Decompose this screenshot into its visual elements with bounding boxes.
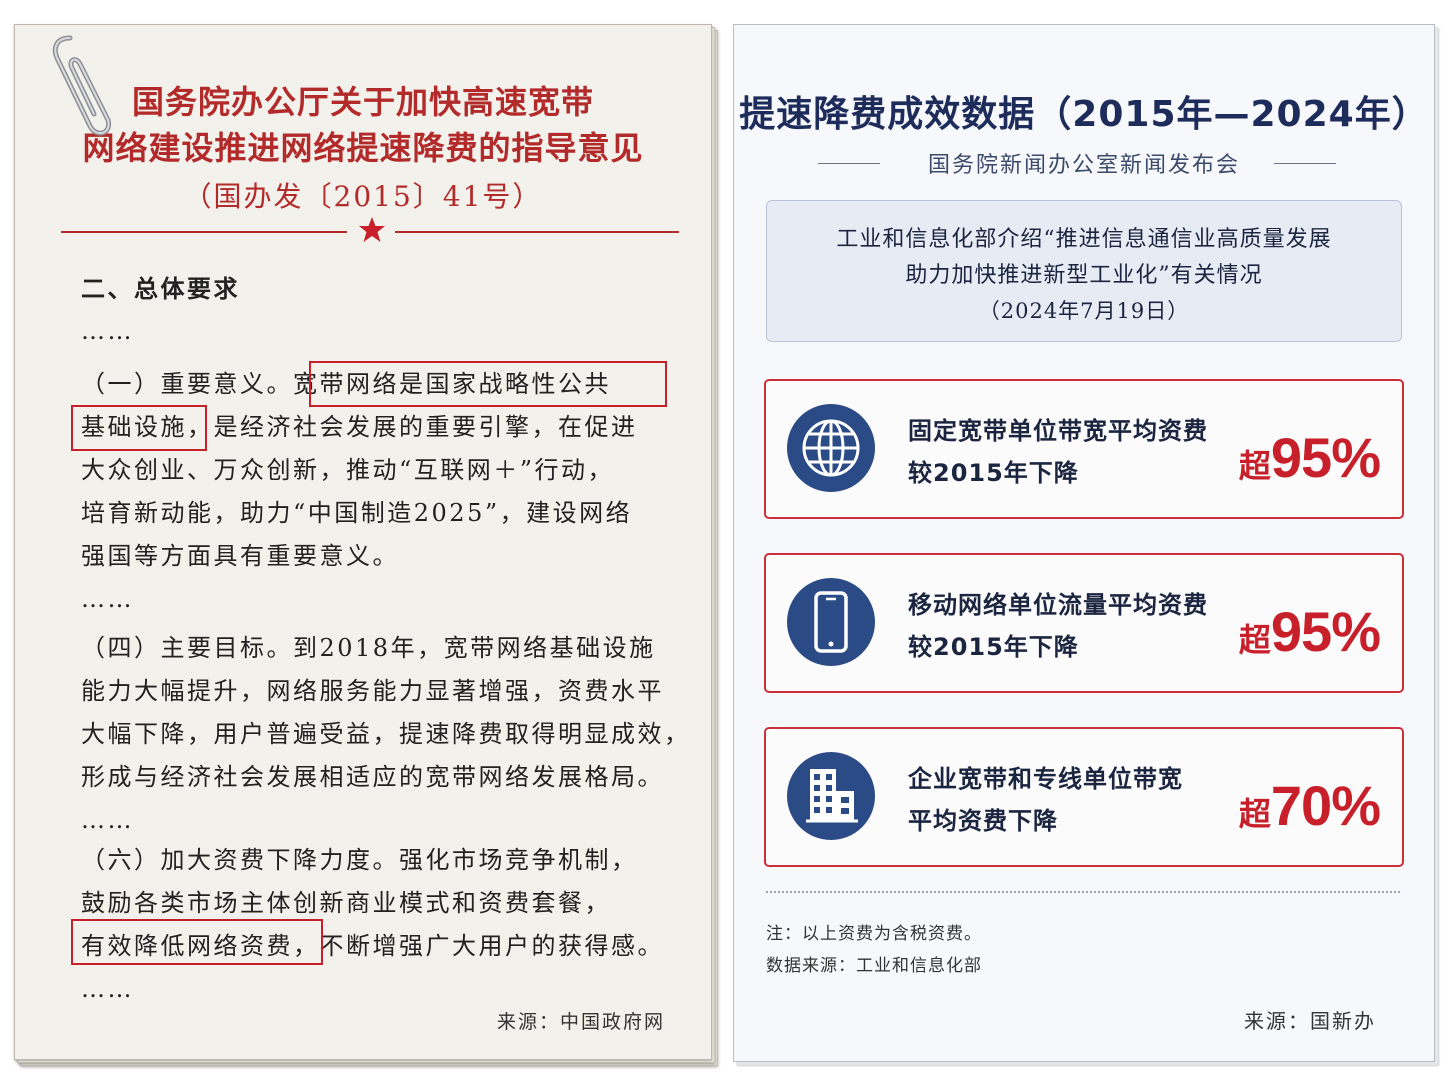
subtitle-rule-right [1274, 163, 1336, 164]
globe-icon [787, 404, 875, 492]
stat-number: 95% [1270, 426, 1381, 489]
stat-value: 超95% [1238, 425, 1381, 490]
paragraph-line: 大众创业、万众创新，推动“互联网＋”行动， [81, 456, 615, 484]
dotted-divider [766, 891, 1400, 893]
stat-prefix: 超 [1238, 448, 1271, 484]
paragraph-line: （六）加大资费下降力度。强化市场竞争机制， [81, 846, 638, 874]
star-icon [359, 217, 385, 242]
statistics-card: 提速降费成效数据（2015年—2024年） 国务院新闻办公室新闻发布会 工业和信… [733, 24, 1435, 1062]
infographic-title: 提速降费成效数据（2015年—2024年） [739, 94, 1429, 135]
info-date: （2024年7月19日） [978, 299, 1190, 323]
paragraph-line: 能力大幅提升，网络服务能力显著增强，资费水平 [81, 677, 664, 705]
ellipsis: …… [81, 806, 134, 834]
stat-value: 超70% [1238, 773, 1381, 838]
highlight-box [71, 405, 207, 451]
highlight-box [309, 361, 667, 407]
paragraph-line: 形成与经济社会发展相适应的宽带网络发展格局。 [81, 763, 664, 791]
stat-label-line-2: 较2015年下降 [908, 633, 1079, 661]
info-line-2: 助力加快推进新型工业化”有关情况 [905, 263, 1263, 288]
stat-label-line-1: 移动网络单位流量平均资费 [908, 591, 1208, 619]
stat-number: 70% [1270, 774, 1381, 837]
stat-label-line-2: 平均资费下降 [908, 807, 1058, 835]
paragraph-main-goals: （四）主要目标。到2018年，宽带网络基础设施 能力大幅提升，网络服务能力显著增… [81, 627, 691, 842]
stat-card-fixed-broadband: 固定宽带单位带宽平均资费 较2015年下降 超95% [764, 379, 1404, 519]
ellipsis: …… [81, 585, 134, 613]
title-divider-right [395, 231, 679, 233]
highlight-box [71, 919, 323, 965]
paperclip-icon [52, 35, 112, 136]
stat-prefix: 超 [1238, 622, 1271, 658]
press-conference-box: 工业和信息化部介绍“推进信息通信业高质量发展 助力加快推进新型工业化”有关情况 … [766, 200, 1402, 342]
paragraph-line: 强国等方面具有重要意义。 [81, 542, 399, 570]
smartphone-icon [787, 578, 875, 666]
stat-label-line-2: 较2015年下降 [908, 459, 1079, 487]
ellipsis: …… [81, 975, 134, 1003]
paragraph-line: 培育新动能，助力“中国制造2025”，建设网络 [81, 499, 633, 527]
policy-document-card: 国务院办公厅关于加快高速宽带 网络建设推进网络提速降费的指导意见 （国办发〔20… [14, 24, 718, 1066]
source-label: 来源：国新办 [1244, 1009, 1376, 1033]
source-label: 来源：中国政府网 [496, 1011, 665, 1033]
stat-label-line-1: 固定宽带单位带宽平均资费 [908, 417, 1208, 445]
stat-prefix: 超 [1238, 796, 1271, 832]
ellipsis: …… [81, 317, 134, 345]
stat-card-enterprise-broadband: 企业宽带和专线单位带宽 平均资费下降 超70% [764, 727, 1404, 867]
stat-card-mobile-network: 移动网络单位流量平均资费 较2015年下降 超95% [764, 553, 1404, 693]
title-divider-left [61, 231, 347, 233]
data-source: 数据来源：工业和信息化部 [766, 956, 982, 976]
stat-value: 超95% [1238, 599, 1381, 664]
info-line-1: 工业和信息化部介绍“推进信息通信业高质量发展 [836, 227, 1332, 252]
policy-document-paper: 国务院办公厅关于加快高速宽带 网络建设推进网络提速降费的指导意见 （国办发〔20… [14, 24, 712, 1060]
building-icon [787, 752, 875, 840]
stat-number: 95% [1270, 600, 1381, 663]
paragraph-line: （四）主要目标。到2018年，宽带网络基础设施 [81, 634, 656, 662]
paragraph-line: 大幅下降，用户普遍受益，提速降费取得明显成效， [81, 720, 691, 748]
section-heading: 二、总体要求 …… [81, 267, 681, 353]
section-heading-text: 二、总体要求 [81, 274, 240, 303]
document-number: （国办发〔2015〕41号） [183, 180, 543, 213]
tax-note: 注：以上资费为含税资费。 [766, 924, 982, 944]
stat-label-line-1: 企业宽带和专线单位带宽 [908, 765, 1183, 793]
